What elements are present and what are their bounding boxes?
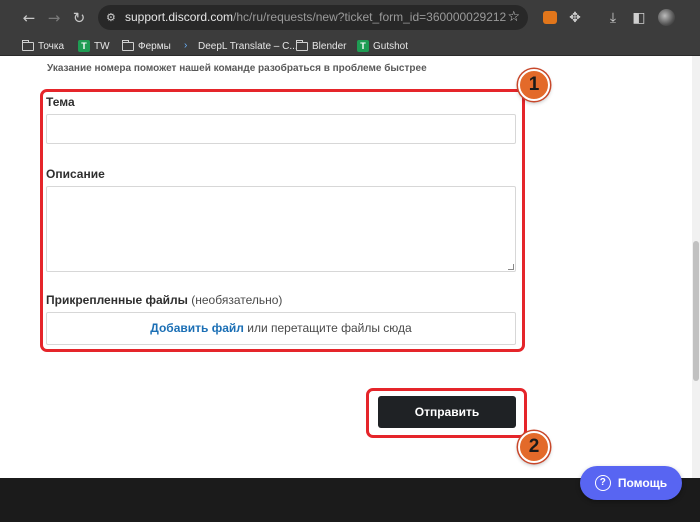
help-button[interactable]: ? Помощь [580, 466, 682, 500]
reload-icon[interactable]: ↻ [70, 9, 88, 27]
submit-button[interactable]: Отправить [378, 396, 516, 428]
file-dropzone[interactable]: Добавить файл или перетащите файлы сюда [46, 312, 516, 345]
bookmarks-bar: Точка T TW Фермы › DeepL Translate – C... … [0, 35, 700, 56]
side-panel-icon[interactable]: ◧ [630, 9, 648, 27]
bookmark-fermy[interactable]: Фермы [122, 38, 171, 54]
download-icon[interactable]: ⤓ [604, 9, 622, 27]
browser-toolbar: ← → ↻ ⚙ support.discord.com/hc/ru/reques… [0, 0, 700, 35]
description-label: Описание [46, 167, 105, 181]
url-path: /hc/ru/requests/new?ticket_form_id=36000… [233, 10, 507, 24]
deepl-icon: › [184, 40, 188, 51]
url-host: support.discord.com [125, 10, 234, 24]
bookmark-label: Точка [38, 40, 65, 52]
url-text: support.discord.com/hc/ru/requests/new?t… [125, 10, 506, 24]
bookmark-label: Gutshot [373, 40, 409, 52]
step-badge-2: 2 [518, 431, 550, 463]
subject-label: Тема [46, 95, 75, 109]
extensions-puzzle-icon[interactable]: ✥ [566, 9, 584, 27]
bookmark-blender[interactable]: Blender [296, 38, 346, 54]
drop-text: или перетащите файлы сюда [247, 321, 412, 335]
resize-handle-icon[interactable] [508, 264, 514, 270]
bookmark-star-icon[interactable]: ☆ [507, 9, 520, 25]
folder-icon [22, 39, 34, 51]
form-hint: Указание номера поможет нашей команде ра… [47, 63, 427, 74]
subject-input[interactable] [46, 114, 516, 144]
scrollbar-thumb[interactable] [693, 241, 699, 381]
back-icon[interactable]: ← [20, 9, 38, 27]
attachments-label-text: Прикрепленные файлы [46, 293, 188, 307]
bookmark-deepl[interactable]: › DeepL Translate – C... [184, 38, 298, 54]
forward-icon[interactable]: → [45, 9, 63, 27]
bookmark-label: TW [94, 40, 110, 52]
profile-avatar[interactable] [658, 9, 675, 26]
description-textarea[interactable] [46, 186, 516, 272]
folder-icon [122, 39, 134, 51]
step-badge-1: 1 [518, 69, 550, 101]
tw-icon: T [78, 40, 90, 52]
address-bar[interactable]: ⚙ support.discord.com/hc/ru/requests/new… [98, 5, 528, 30]
bookmark-label: Blender [312, 40, 347, 52]
folder-icon [296, 39, 308, 51]
site-info-icon[interactable]: ⚙ [106, 11, 119, 24]
page-scrollbar[interactable] [692, 56, 700, 478]
bookmark-label: DeepL Translate – C... [198, 40, 298, 52]
help-label: Помощь [617, 476, 668, 490]
question-icon: ? [594, 475, 611, 491]
attachments-optional: (необязательно) [191, 293, 283, 307]
support-request-page: Указание номера поможет нашей команде ра… [0, 56, 700, 522]
bookmark-tw[interactable]: T TW [78, 38, 110, 54]
add-file-link[interactable]: Добавить файл [150, 321, 244, 335]
attachments-label: Прикрепленные файлы (необязательно) [46, 293, 282, 307]
bookmark-label: Фермы [138, 40, 171, 52]
metamask-extension-icon[interactable] [543, 11, 557, 24]
bookmark-gutshot[interactable]: T Gutshot [357, 38, 408, 54]
bookmark-tochka[interactable]: Точка [22, 38, 64, 54]
gutshot-icon: T [357, 40, 369, 52]
